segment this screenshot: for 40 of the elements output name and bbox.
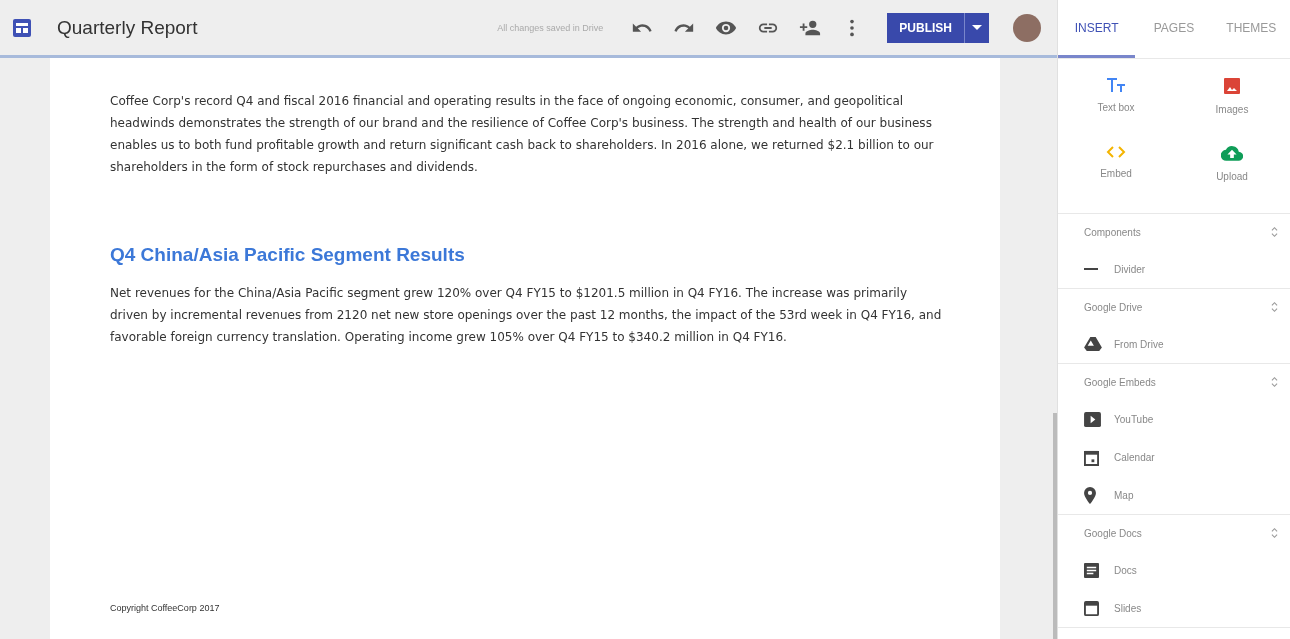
calendar-icon xyxy=(1084,448,1099,466)
insert-list-item[interactable]: Calendar xyxy=(1058,438,1290,476)
play-icon xyxy=(1084,411,1101,427)
caret-icon xyxy=(972,24,982,31)
layout-icon[interactable] xyxy=(12,17,32,38)
panel-tab[interactable]: INSERT xyxy=(1058,0,1136,58)
insert-list-item[interactable]: Divider xyxy=(1058,250,1290,288)
presentation-icon xyxy=(1084,600,1099,616)
document-title: Quarterly Report xyxy=(57,16,198,39)
insert-list-item[interactable]: Docs xyxy=(1058,551,1290,589)
triangle-logo-icon xyxy=(1084,336,1102,352)
insert-tile[interactable]: Upload xyxy=(1174,139,1290,207)
group-title: Google Docs xyxy=(1084,527,1142,539)
copyright-text: Copyright CoffeeCorp 2017 xyxy=(110,603,221,613)
panel-tab[interactable]: THEMES xyxy=(1212,0,1290,58)
body-paragraph: Coffee Corp's record Q4 and fiscal 2016 financial and operating results in the face of ongoing economic, consumer, and geopolitical headwinds demonstrates the strength of our brand and the resilience of Coffee Corp's business. The strength and health of our business enables us to both fund profitable growth and return significant cash back to shareholders. In 2016 alone, we returned $2.1 billion to our shareholders in the form of stock repurchases and dividends. xyxy=(110,93,935,176)
avatar[interactable] xyxy=(1013,13,1041,42)
document-icon xyxy=(1084,562,1099,578)
cloud-upload-icon xyxy=(1221,145,1243,162)
horizontal-line-icon xyxy=(1084,268,1098,270)
insert-list-item[interactable]: YouTube xyxy=(1058,400,1290,438)
publish-button[interactable]: PUBLISH xyxy=(887,12,964,43)
group-title: Components xyxy=(1084,226,1141,238)
insert-list-item[interactable]: From Drive xyxy=(1058,325,1290,363)
insert-tile[interactable]: Text box xyxy=(1058,71,1174,139)
section-heading: Q4 China/Asia Pacific Segment Results xyxy=(110,244,466,266)
insert-list-item[interactable]: Slides xyxy=(1058,589,1290,627)
panel-tab[interactable]: PAGES xyxy=(1135,0,1213,58)
text-size-icon xyxy=(1106,77,1126,93)
publish-options-button[interactable] xyxy=(964,12,989,43)
body-paragraph: Net revenues for the China/Asia Pacific segment grew 120% over Q4 FY15 to $1201.5 million in Q4 FY16. The increase was primarily driven by incremental revenues from 2120 net new store openings over the past 12 months, the impact of the 53rd week in Q4 FY16, and favorable foreign currency translation. Operating income grew 105% over Q4 FY15 to $340.2 million in Q4 FY16. xyxy=(110,285,943,346)
group-title: Google Drive xyxy=(1084,301,1143,313)
scrollbar[interactable] xyxy=(1053,413,1057,639)
map-pin-icon xyxy=(1084,486,1096,504)
insert-tile[interactable]: Images xyxy=(1174,71,1290,139)
group-title: Google Embeds xyxy=(1084,376,1156,388)
image-icon xyxy=(1223,77,1241,95)
insert-tile[interactable]: Embed xyxy=(1058,139,1174,207)
code-brackets-icon xyxy=(1106,145,1126,159)
insert-list-item[interactable]: Map xyxy=(1058,476,1290,514)
